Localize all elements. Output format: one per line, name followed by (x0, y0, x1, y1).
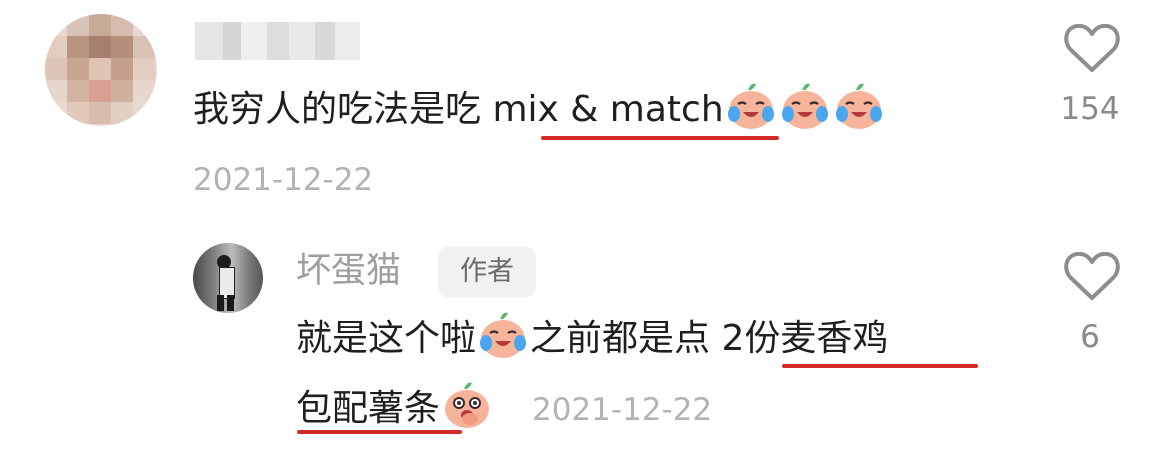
crying-laughing-emoji (476, 312, 530, 359)
reply-text-line-1: 就是这个啦 之前都是点 2份麦香鸡 (296, 312, 889, 367)
comment-date: 2021-12-22 (193, 162, 374, 198)
commenter-avatar[interactable] (45, 14, 157, 126)
highlight-underline (541, 136, 779, 140)
reply-text: 就是这个啦 (296, 318, 477, 359)
comment-text: 我穷人的吃法是吃 mix & match (193, 83, 886, 138)
author-badge: 作者 (438, 246, 536, 298)
reply-text-line-2: 包配薯条 (296, 382, 494, 437)
reply-author-avatar[interactable] (193, 243, 263, 313)
reply-author-name[interactable]: 坏蛋猫 (296, 248, 401, 294)
crying-laughing-emoji (724, 83, 778, 130)
heart-icon[interactable] (1063, 22, 1121, 74)
crying-laughing-emoji (832, 83, 886, 130)
reply-like-count: 6 (1080, 319, 1100, 355)
crying-laughing-emoji (778, 83, 832, 130)
like-count: 154 (1060, 91, 1120, 127)
reply-text: 之前都是点 (530, 318, 722, 359)
highlight-underline (782, 364, 978, 368)
thinking-peach-emoji (440, 382, 494, 429)
reply-highlight: 2份麦香鸡 (721, 318, 889, 359)
reply-highlight: 包配薯条 (296, 388, 441, 429)
commenter-name-blurred[interactable] (195, 22, 360, 60)
highlight-underline (297, 430, 462, 434)
comment-highlight: mix & match (492, 89, 724, 130)
reply-date: 2021-12-22 (532, 392, 713, 428)
comment-text-main: 我穷人的吃法是吃 (193, 89, 493, 130)
heart-icon[interactable] (1063, 250, 1121, 302)
